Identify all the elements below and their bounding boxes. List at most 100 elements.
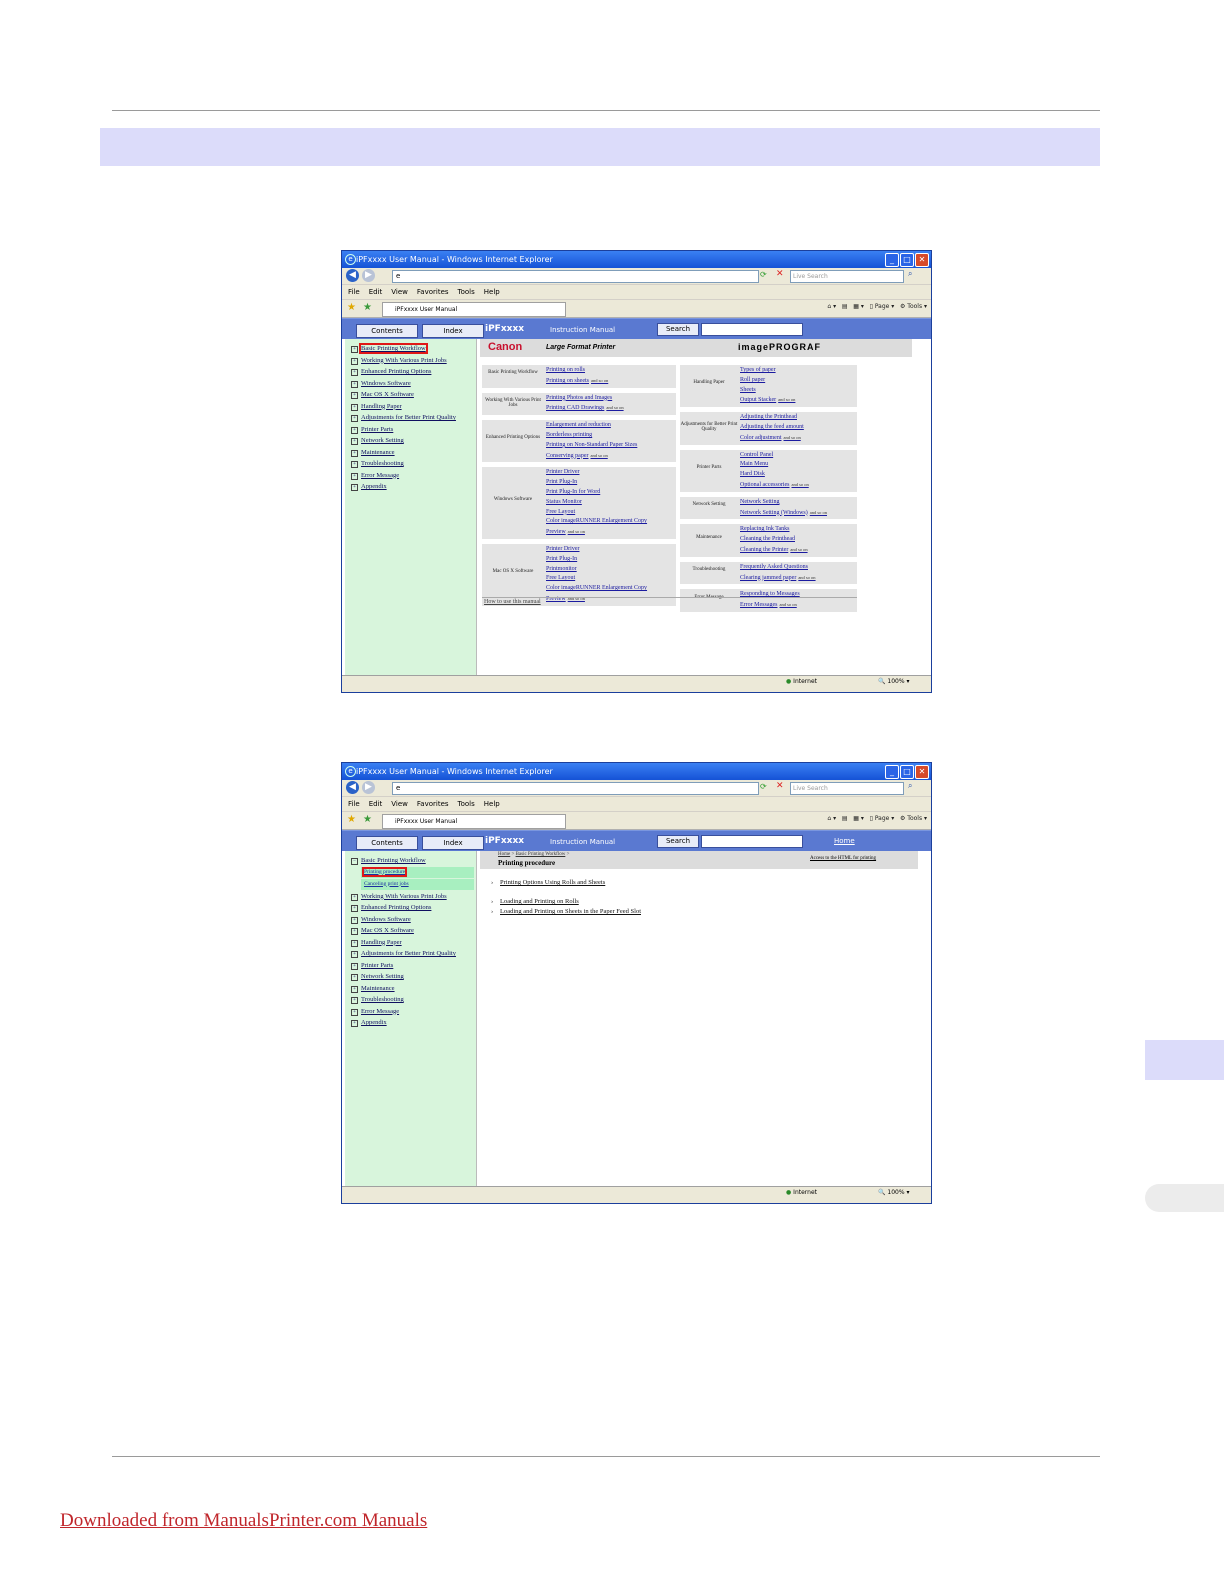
sidebar-item-printer-parts[interactable]: + Printer Parts	[345, 424, 476, 436]
back-icon[interactable]: ◀	[346, 781, 359, 794]
expand-icon[interactable]: +	[351, 461, 358, 468]
expand-icon[interactable]: +	[351, 951, 358, 958]
breadcrumb-parent[interactable]: Basic Printing Workflow	[516, 852, 566, 857]
expand-icon[interactable]: +	[351, 1020, 358, 1027]
category-link[interactable]: Output Stacker and so on	[740, 395, 857, 405]
expand-icon[interactable]: +	[351, 449, 358, 457]
refresh-icon[interactable]: ⟳	[760, 782, 767, 791]
category-link[interactable]: Printing Photos and Images	[546, 394, 676, 404]
tools-gear-icon[interactable]: ⚙	[900, 815, 905, 822]
expand-icon[interactable]: +	[351, 916, 358, 924]
sidebar-item-network-setting[interactable]: + Network Setting	[345, 971, 476, 983]
category-link[interactable]: Roll paper	[740, 376, 857, 386]
stop-icon[interactable]: ✕	[776, 269, 784, 279]
minimize-icon[interactable]: _	[885, 765, 899, 779]
procedure-link[interactable]: Printing Options Using Rolls and Sheets	[491, 879, 605, 886]
sidebar-item-handling-paper[interactable]: + Handling Paper	[345, 401, 476, 413]
category-link[interactable]: Main Menu	[740, 460, 857, 470]
maximize-icon[interactable]: □	[900, 253, 914, 267]
sidebar-item-appendix[interactable]: + Appendix	[345, 481, 476, 493]
category-link[interactable]: Cleaning the Printhead	[740, 535, 857, 545]
category-link[interactable]: Sheets	[740, 386, 857, 396]
refresh-icon[interactable]: ⟳	[760, 270, 767, 279]
expand-icon[interactable]: +	[351, 1008, 358, 1016]
sidebar-item-maintenance[interactable]: + Maintenance	[345, 447, 476, 459]
sidebar-subitem-canceling-print-jobs[interactable]: Canceling print jobs	[361, 878, 474, 890]
sidebar-subitem-printing-procedure[interactable]: Printing procedure	[361, 866, 474, 878]
back-icon[interactable]: ◀	[346, 269, 359, 282]
home-icon[interactable]: ⌂	[827, 303, 831, 310]
category-link[interactable]: Frequently Asked Questions	[740, 563, 857, 573]
category-link[interactable]: Preview and so on	[546, 594, 676, 604]
breadcrumb-home[interactable]: Home	[498, 852, 510, 857]
menu-file[interactable]: File	[348, 797, 360, 811]
sidebar-item-adjustments[interactable]: + Adjustments for Better Print Quality	[345, 948, 476, 960]
expand-icon[interactable]: +	[351, 392, 358, 399]
live-search-input[interactable]: Live Search	[790, 270, 904, 283]
expand-icon[interactable]: +	[351, 893, 358, 901]
category-link[interactable]: Free Layout	[546, 574, 676, 584]
zoom-level[interactable]: 🔍 100% ▾	[878, 1187, 909, 1199]
tools-menu[interactable]: Tools	[907, 815, 922, 822]
category-link[interactable]: Printing CAD Drawings and so on	[546, 403, 676, 413]
forward-icon[interactable]: ▶	[362, 269, 375, 282]
tab-contents[interactable]: Contents	[356, 324, 418, 338]
category-link[interactable]: Cleaning the Printer and so on	[740, 545, 857, 555]
category-link[interactable]: Print Plug-In	[546, 555, 676, 565]
maximize-icon[interactable]: □	[900, 765, 914, 779]
favorites-star-icon[interactable]: ★	[347, 302, 356, 313]
expand-icon[interactable]: +	[351, 962, 358, 970]
menu-edit[interactable]: Edit	[369, 285, 383, 299]
procedure-link[interactable]: Loading and Printing on Rolls	[491, 898, 579, 905]
expand-icon[interactable]: +	[351, 415, 358, 422]
sidebar-item-maintenance[interactable]: + Maintenance	[345, 983, 476, 995]
tab-contents[interactable]: Contents	[356, 836, 418, 850]
sidebar-item-enhanced-printing[interactable]: + Enhanced Printing Options	[345, 902, 476, 914]
category-link[interactable]: Adjusting the Printhead	[740, 413, 857, 423]
category-link[interactable]: Types of paper	[740, 366, 857, 376]
sidebar-item-handling-paper[interactable]: + Handling Paper	[345, 937, 476, 949]
menu-edit[interactable]: Edit	[369, 797, 383, 811]
print-html-link[interactable]: Access to the HTML for printing	[810, 856, 876, 861]
expand-icon[interactable]: +	[351, 997, 358, 1004]
stop-icon[interactable]: ✕	[776, 781, 784, 791]
sidebar-item-windows-software[interactable]: + Windows Software	[345, 378, 476, 390]
menu-help[interactable]: Help	[484, 285, 500, 299]
live-search-input[interactable]: Live Search	[790, 782, 904, 795]
category-link[interactable]: Network Setting (Windows) and so on	[740, 508, 857, 518]
search-button[interactable]: Search	[657, 323, 699, 336]
category-link[interactable]: Color imageRUNNER Enlargement Copy	[546, 584, 676, 594]
home-link[interactable]: Home	[834, 837, 855, 845]
search-icon[interactable]: ⌕	[908, 781, 912, 791]
tab-index[interactable]: Index	[422, 324, 484, 338]
feeds-icon[interactable]: ▤	[842, 815, 848, 822]
expand-icon[interactable]: +	[351, 484, 358, 491]
category-link[interactable]: Borderless printing	[546, 431, 676, 441]
page-icon[interactable]: ▯	[870, 303, 873, 310]
sidebar-item-mac-software[interactable]: + Mac OS X Software	[345, 925, 476, 937]
sidebar-item-error-message[interactable]: + Error Message	[345, 1006, 476, 1018]
sidebar-item-windows-software[interactable]: + Windows Software	[345, 914, 476, 926]
category-link[interactable]: Preview and so on	[546, 527, 676, 537]
tools-menu[interactable]: Tools	[907, 303, 922, 310]
expand-icon[interactable]: +	[351, 403, 358, 411]
category-link[interactable]: Enlargement and reduction	[546, 421, 676, 431]
address-input[interactable]: e	[392, 270, 759, 283]
menu-tools[interactable]: Tools	[458, 797, 475, 811]
sidebar-item-troubleshooting[interactable]: + Troubleshooting	[345, 994, 476, 1006]
category-link[interactable]: Color adjustment and so on	[740, 433, 857, 443]
category-link[interactable]: Color imageRUNNER Enlargement Copy	[546, 517, 676, 527]
download-source-link[interactable]: Downloaded from ManualsPrinter.com Manua…	[60, 1510, 427, 1532]
sidebar-item-adjustments[interactable]: + Adjustments for Better Print Quality	[345, 412, 476, 424]
home-icon[interactable]: ⌂	[827, 815, 831, 822]
menu-view[interactable]: View	[391, 797, 408, 811]
expand-icon[interactable]: +	[351, 346, 358, 353]
sidebar-item-error-message[interactable]: + Error Message	[345, 470, 476, 482]
category-link[interactable]: Printmonitor	[546, 565, 676, 575]
expand-icon[interactable]: +	[351, 928, 358, 935]
category-link[interactable]: Printing on sheets and so on	[546, 376, 676, 386]
browser-tab[interactable]: iPFxxxx User Manual	[382, 302, 566, 317]
category-link[interactable]: Responding to Messages	[740, 590, 857, 600]
sidebar-item-various-print-jobs[interactable]: + Working With Various Print Jobs	[345, 355, 476, 367]
category-link[interactable]: Printing on rolls	[546, 366, 676, 376]
